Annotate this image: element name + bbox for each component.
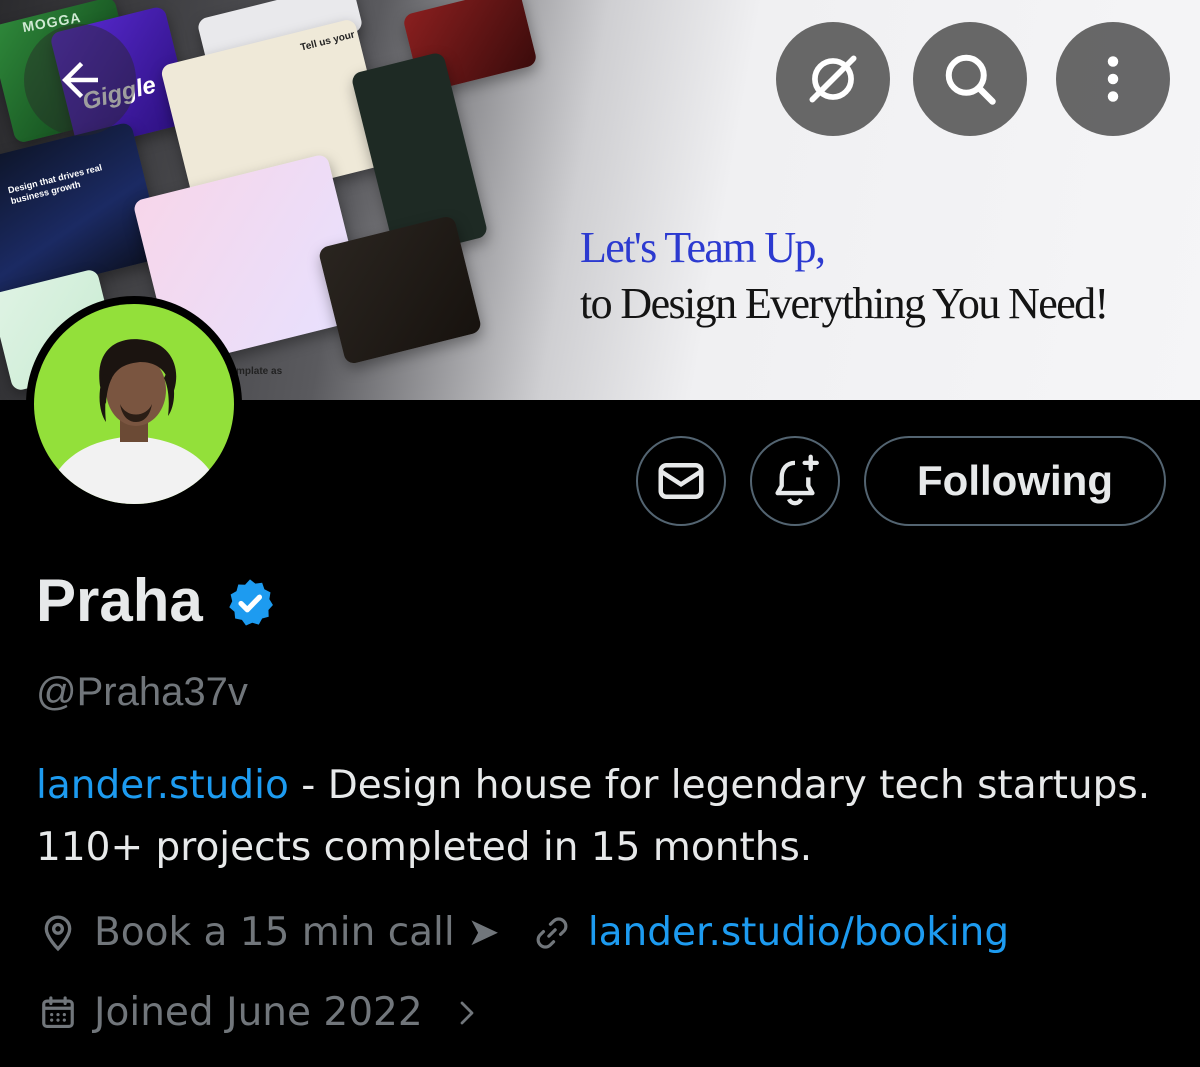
profile-location: Book a 15 min call ➤ bbox=[94, 910, 500, 955]
location-pin-icon bbox=[36, 911, 80, 955]
banner-tagline-line2: to Design Everything You Need! bbox=[580, 279, 1109, 328]
link-icon bbox=[530, 911, 574, 955]
search-icon bbox=[945, 54, 996, 105]
mail-icon bbox=[658, 463, 704, 499]
search-button[interactable] bbox=[913, 22, 1027, 136]
banner-tagline-line1: Let's Team Up, bbox=[580, 223, 826, 272]
banner-mock-text: mplate as bbox=[236, 366, 283, 377]
profile-website-link[interactable]: lander.studio/booking bbox=[588, 910, 1009, 955]
profile-bio: lander.studio - Design house for legenda… bbox=[36, 755, 1156, 879]
more-button[interactable] bbox=[1056, 22, 1170, 136]
bell-plus-icon bbox=[775, 454, 819, 506]
chevron-right-icon bbox=[445, 991, 489, 1035]
grok-button[interactable] bbox=[776, 22, 890, 136]
more-vertical-icon bbox=[1107, 56, 1119, 102]
arrow-left-icon bbox=[62, 62, 98, 98]
profile-joined-row[interactable]: Joined June 2022 bbox=[36, 990, 503, 1035]
profile-name-row: Praha bbox=[36, 566, 277, 635]
display-name: Praha bbox=[36, 567, 203, 634]
person-portrait-icon bbox=[44, 339, 224, 504]
notifications-button[interactable] bbox=[750, 436, 840, 526]
message-button[interactable] bbox=[636, 436, 726, 526]
profile-handle: @Praha37v bbox=[36, 670, 248, 714]
avatar[interactable] bbox=[26, 296, 242, 512]
avatar-image bbox=[34, 304, 234, 504]
calendar-icon bbox=[36, 991, 80, 1035]
profile-joined-date: Joined June 2022 bbox=[94, 990, 423, 1035]
back-button[interactable] bbox=[24, 24, 136, 136]
grok-icon bbox=[809, 55, 857, 103]
following-button[interactable]: Following bbox=[864, 436, 1166, 526]
profile-meta-row: Book a 15 min call ➤ lander.studio/booki… bbox=[36, 910, 1009, 955]
bio-link[interactable]: lander.studio bbox=[36, 763, 289, 808]
banner-tagline: Let's Team Up, to Design Everything You … bbox=[580, 220, 1109, 332]
verified-badge-icon[interactable] bbox=[223, 576, 277, 630]
